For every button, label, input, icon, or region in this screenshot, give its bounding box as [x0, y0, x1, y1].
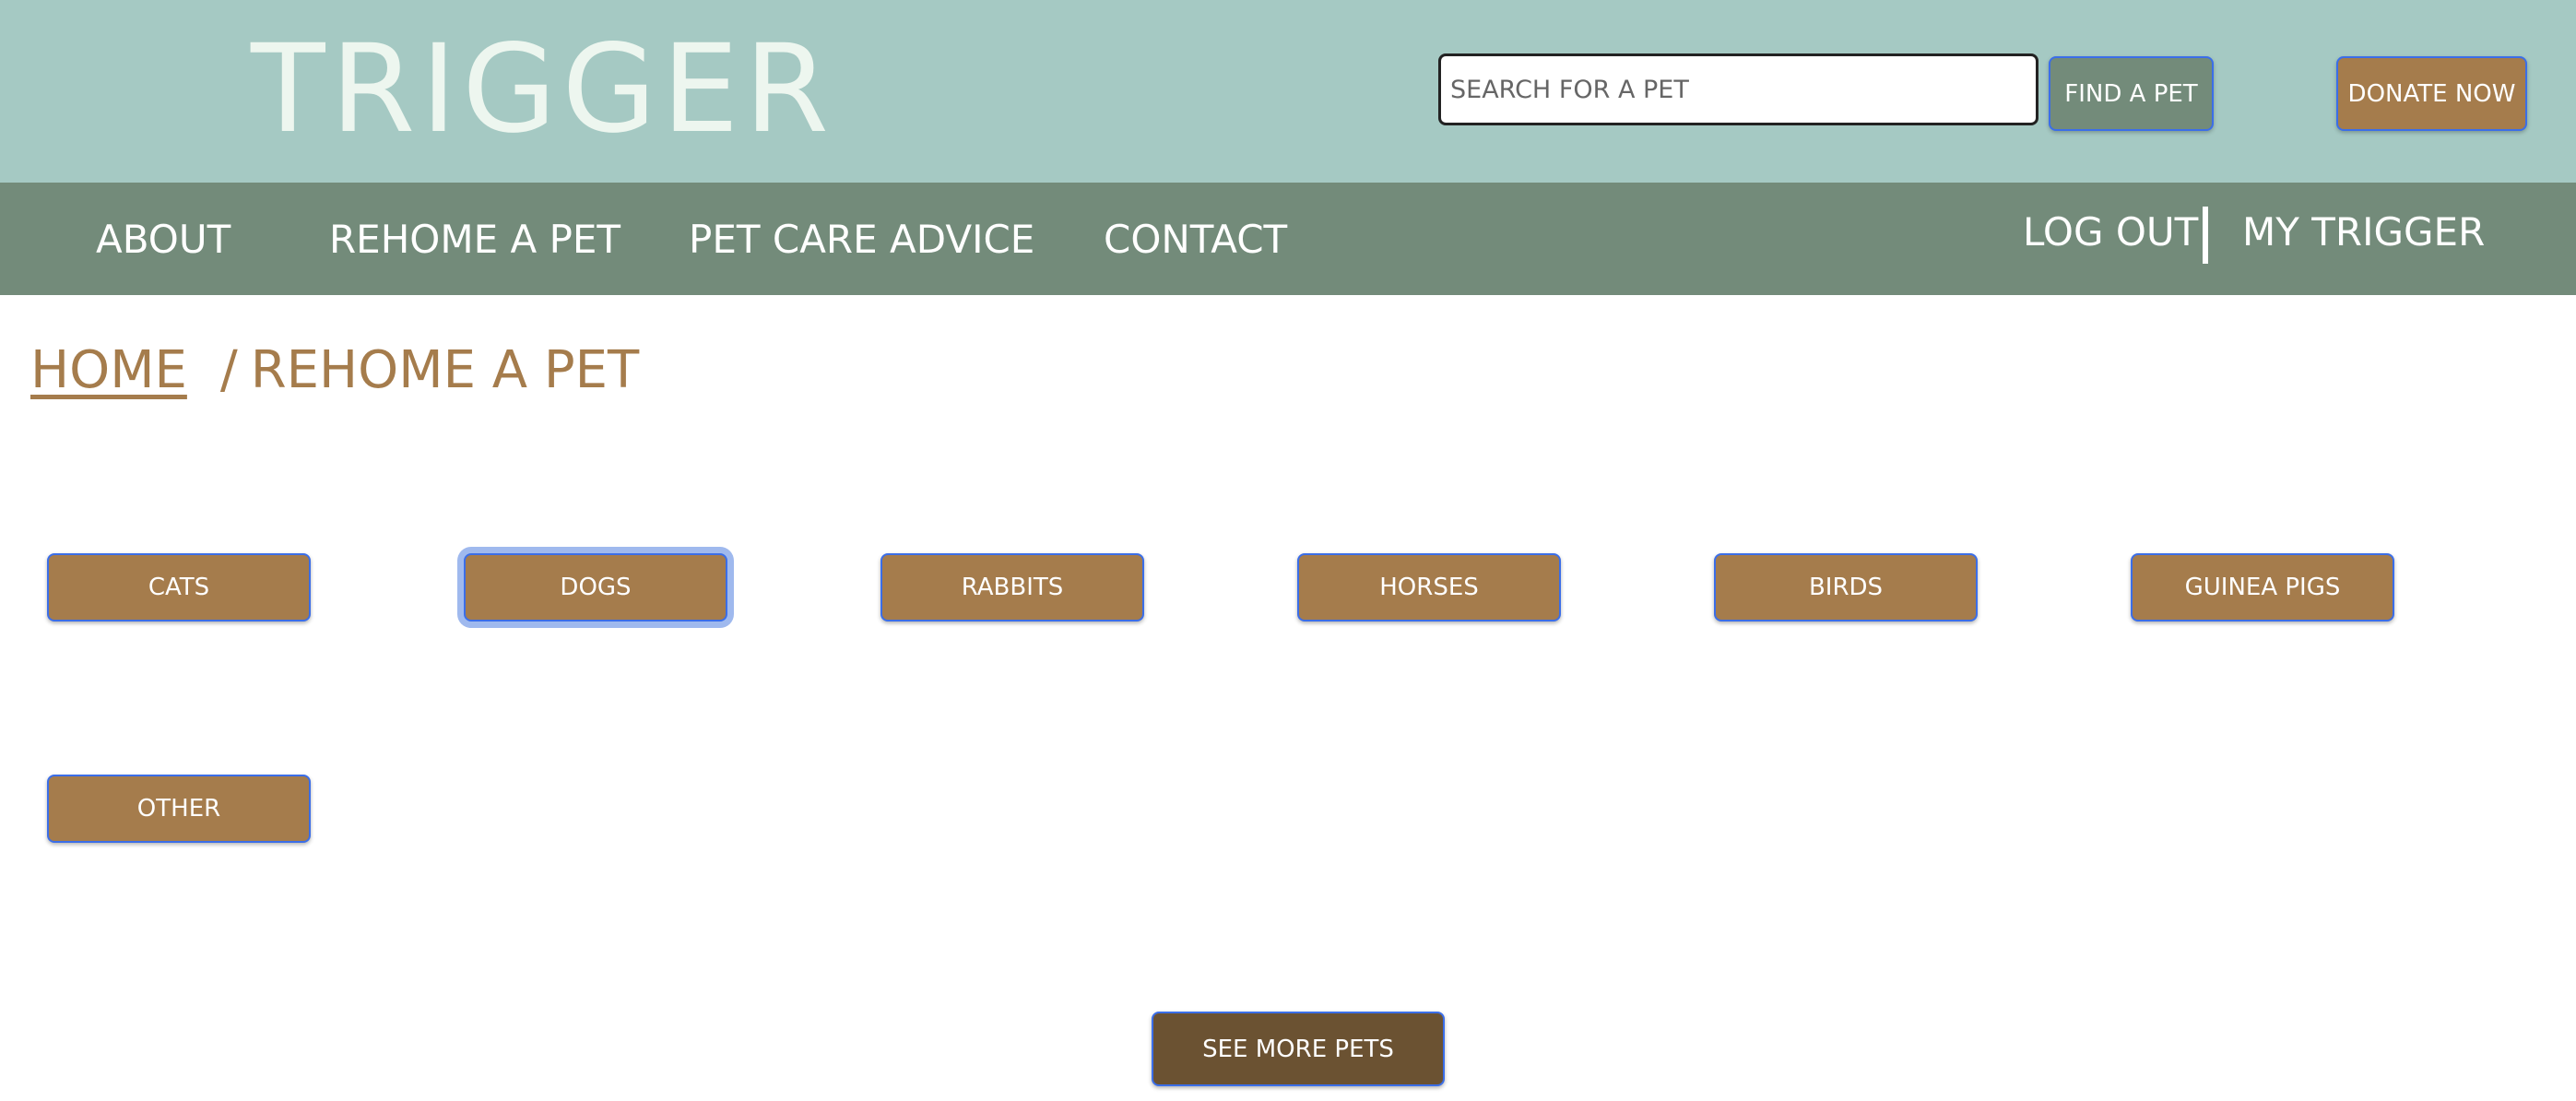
category-rabbits-button[interactable]: RABBITS — [880, 553, 1144, 622]
nav-item-contact[interactable]: CONTACT — [1104, 183, 1287, 295]
breadcrumb-current-page: REHOME A PET — [250, 339, 640, 400]
find-pet-button[interactable]: FIND A PET — [2049, 56, 2214, 131]
breadcrumb-home-link[interactable]: HOME — [30, 340, 187, 400]
nav-item-pet-care-advice[interactable]: PET CARE ADVICE — [689, 183, 1034, 295]
nav-divider — [2203, 207, 2208, 264]
see-more-pets-button[interactable]: SEE MORE PETS — [1152, 1012, 1445, 1086]
category-birds-button[interactable]: BIRDS — [1714, 553, 1978, 622]
search-input[interactable] — [1438, 53, 2038, 125]
top-header: TRIGGER FIND A PET DONATE NOW — [0, 0, 2576, 183]
my-trigger-link[interactable]: MY TRIGGER — [2242, 175, 2485, 288]
log-out-link[interactable]: LOG OUT — [2023, 175, 2198, 288]
category-cats-button[interactable]: CATS — [47, 553, 311, 622]
category-horses-button[interactable]: HORSES — [1297, 553, 1561, 622]
category-other-button[interactable]: OTHER — [47, 775, 311, 843]
breadcrumb-separator: / — [219, 339, 238, 400]
site-logo[interactable]: TRIGGER — [251, 20, 834, 159]
donate-now-button[interactable]: DONATE NOW — [2336, 56, 2527, 131]
main-nav: ABOUT REHOME A PET PET CARE ADVICE CONTA… — [0, 183, 2576, 295]
category-dogs-button[interactable]: DOGS — [464, 553, 727, 622]
nav-item-about[interactable]: ABOUT — [96, 183, 230, 295]
breadcrumb: HOME / REHOME A PET — [30, 337, 639, 402]
nav-item-rehome-a-pet[interactable]: REHOME A PET — [329, 183, 620, 295]
category-guinea-pigs-button[interactable]: GUINEA PIGS — [2131, 553, 2394, 622]
